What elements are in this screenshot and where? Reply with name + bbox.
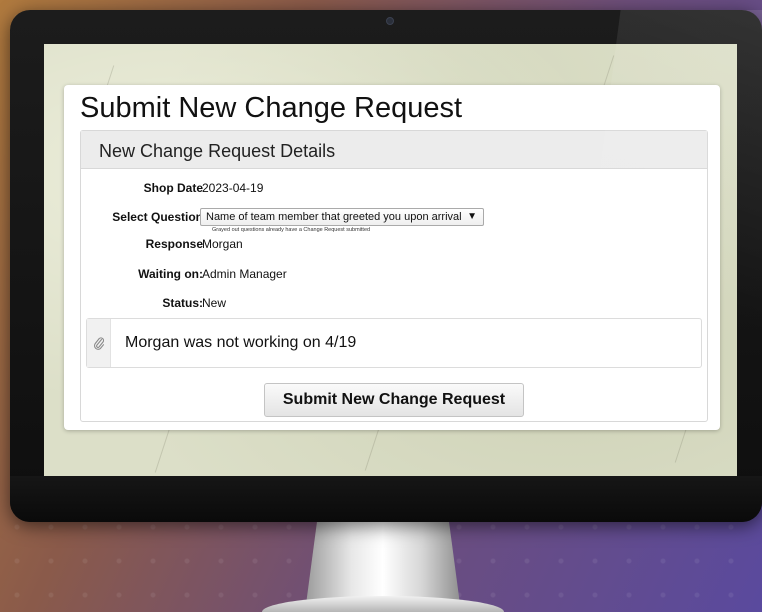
page-title: Submit New Change Request — [80, 92, 463, 124]
response-row: Response Morgan — [81, 235, 707, 255]
screen: Submit New Change Request New Change Req… — [44, 44, 737, 476]
note-gutter — [87, 319, 111, 367]
shop-date-row: Shop Date 2023-04-19 — [81, 179, 707, 199]
status-row: Status: New — [81, 294, 707, 314]
question-select[interactable]: Name of team member that greeted you upo… — [200, 208, 484, 226]
shop-date-label: Shop Date — [143, 181, 203, 195]
select-question-label: Select Question — [112, 210, 203, 224]
select-question-hint: Grayed out questions already have a Chan… — [212, 227, 371, 233]
response-value: Morgan — [202, 237, 243, 251]
panel-header: New Change Request Details — [81, 131, 707, 169]
waiting-on-label: Waiting on: — [138, 267, 203, 281]
question-select-value: Name of team member that greeted you upo… — [206, 211, 462, 223]
response-label: Response — [145, 237, 203, 251]
status-value: New — [202, 296, 227, 310]
shop-date-value: 2023-04-19 — [202, 181, 264, 195]
dropdown-arrow-icon: ▼ — [467, 211, 477, 222]
comment-note[interactable]: Morgan was not working on 4/19 — [86, 318, 702, 368]
note-text: Morgan was not working on 4/19 — [125, 334, 357, 351]
waiting-on-value: Admin Manager — [202, 267, 287, 281]
submit-change-request-button[interactable]: Submit New Change Request — [264, 383, 524, 417]
change-request-card: Submit New Change Request New Change Req… — [64, 85, 720, 430]
details-panel: New Change Request Details Shop Date 202… — [80, 130, 708, 422]
webcam-icon — [386, 17, 394, 25]
status-label: Status: — [162, 296, 203, 310]
waiting-on-row: Waiting on: Admin Manager — [81, 265, 707, 285]
paperclip-icon[interactable] — [93, 336, 105, 355]
select-question-row: Select Question Name of team member that… — [81, 208, 707, 228]
monitor-chin — [10, 476, 762, 522]
